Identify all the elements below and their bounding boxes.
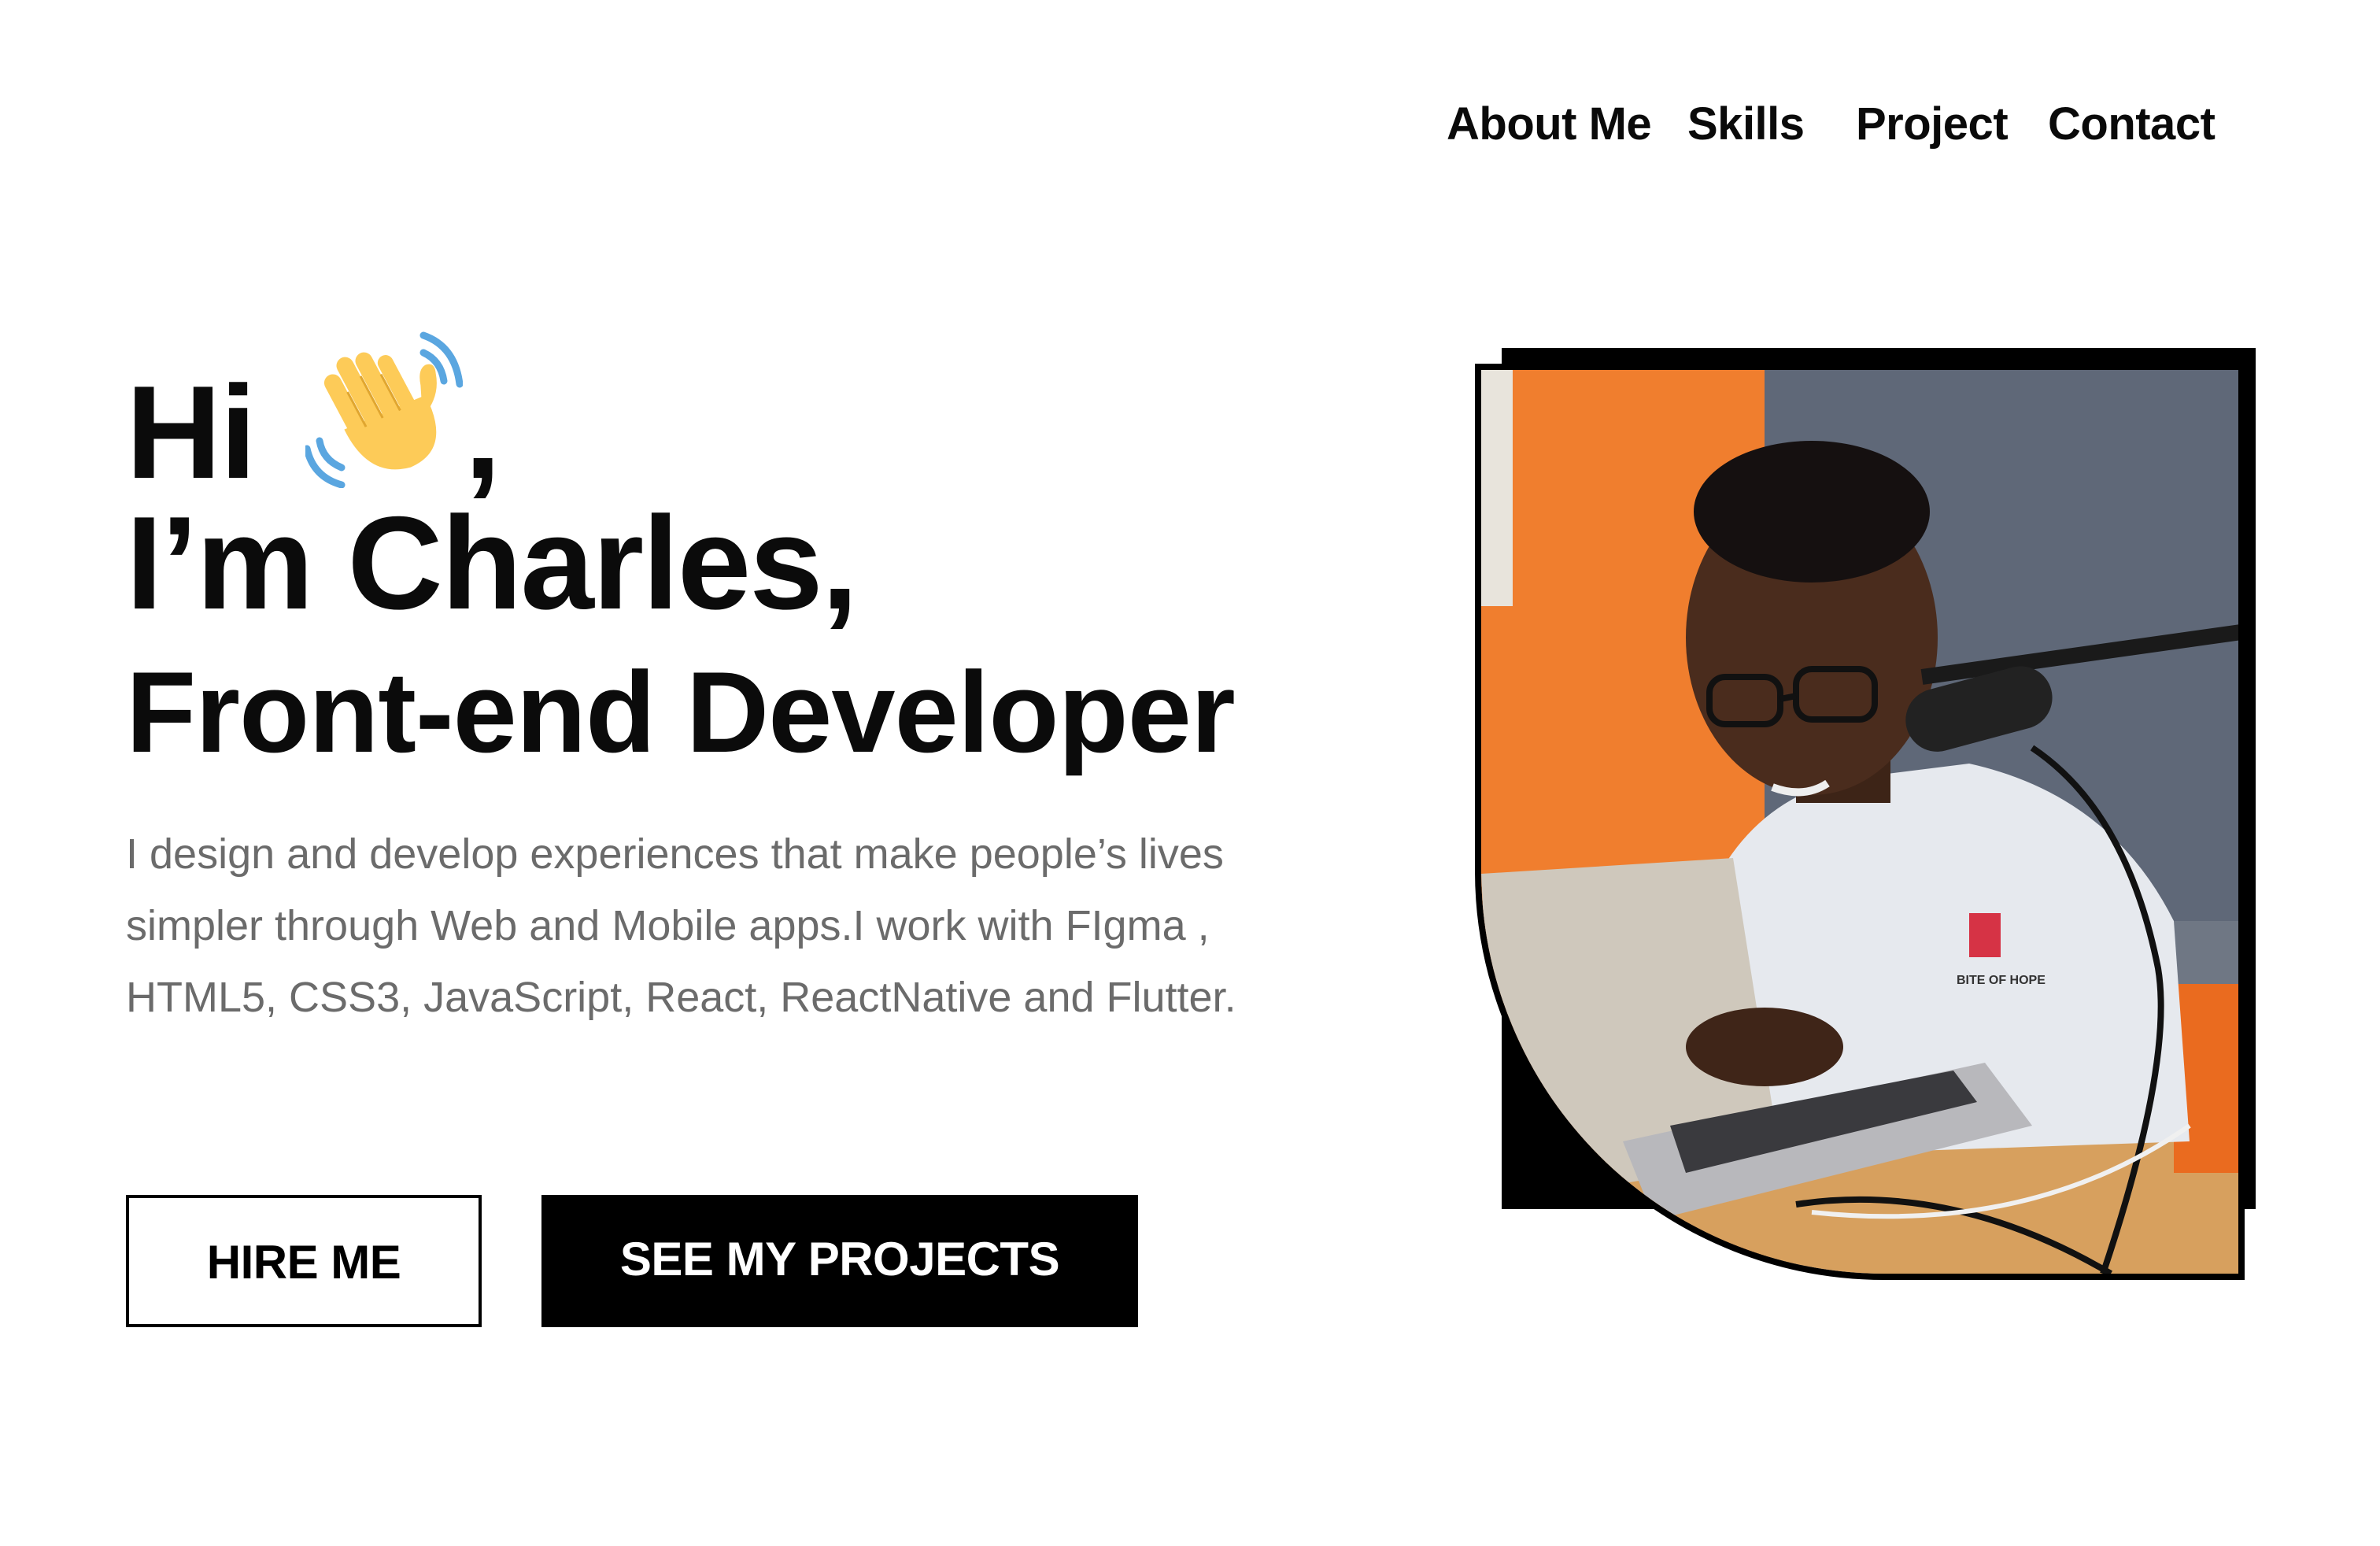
top-nav: About Me Skills Project Contact	[1447, 93, 2234, 156]
greeting-text: Hi	[126, 358, 257, 506]
hero-description: I design and develop experiences that ma…	[126, 830, 1236, 1021]
waving-hand-icon	[303, 331, 464, 489]
see-my-projects-button[interactable]: SEE MY PROJECTS	[541, 1195, 1138, 1327]
hero-role: Front-end Developer	[126, 648, 1236, 776]
profile-photo: BITE OF HOPE	[1475, 364, 2245, 1280]
shirt-logo-text: BITE OF HOPE	[1957, 974, 2046, 987]
nav-link-skills[interactable]: Skills	[1687, 93, 1805, 156]
hire-me-button[interactable]: HIRE ME	[126, 1195, 482, 1327]
nav-link-project[interactable]: Project	[1856, 93, 2009, 156]
hero-name: I’m Charles,	[126, 489, 858, 637]
greeting-comma: ,	[464, 358, 501, 506]
nav-link-about-me[interactable]: About Me	[1447, 93, 1652, 156]
nav-link-contact[interactable]: Contact	[2048, 93, 2216, 156]
